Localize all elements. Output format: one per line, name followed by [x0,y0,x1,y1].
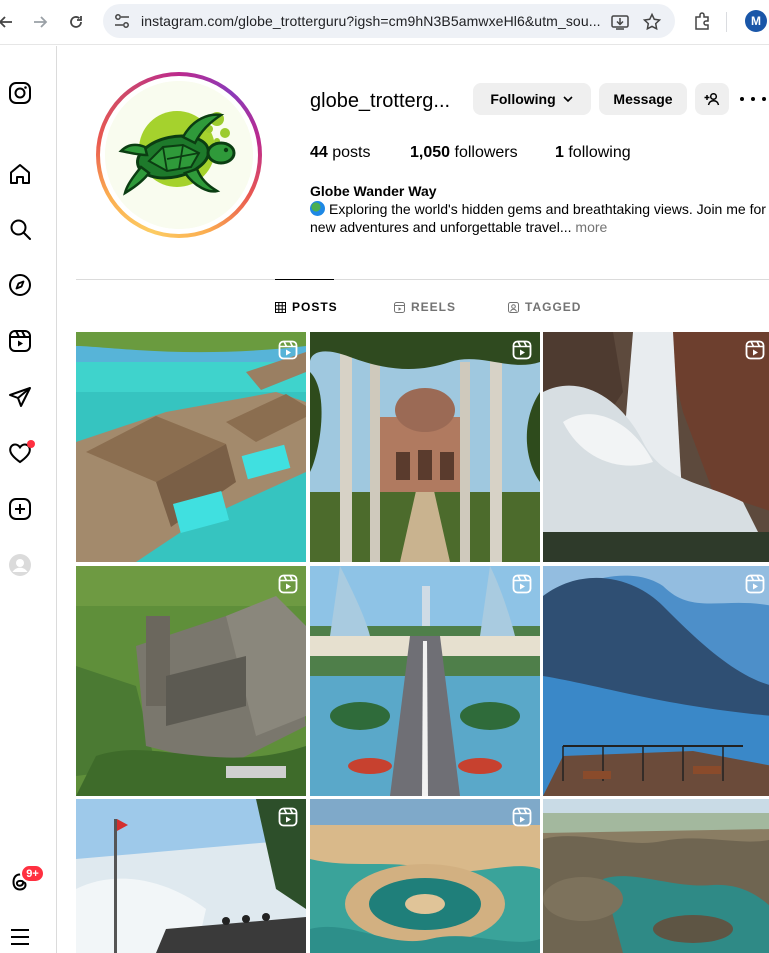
bio-more-link[interactable]: more [575,219,607,235]
search-icon[interactable] [7,216,33,242]
reel-indicator-icon [512,340,532,360]
address-bar[interactable]: instagram.com/globe_trotterguru?igsh=cm9… [103,4,675,38]
following-button[interactable]: Following [473,83,591,115]
reel-indicator-icon [745,574,765,594]
post-lake-viewpoint[interactable] [543,566,769,796]
notification-dot [27,440,35,448]
reel-indicator-icon [745,340,765,360]
install-app-icon[interactable] [610,12,630,32]
posts-stat: 44 posts [310,144,371,161]
url-text[interactable]: instagram.com/globe_trotterguru?igsh=cm9… [141,13,603,29]
profile-username: globe_trotterg... [310,90,451,112]
profile-full-name: Globe Wander Way [310,183,437,199]
tab-tagged[interactable]: TAGGED [508,300,581,314]
tabs-divider [76,279,769,280]
forward-icon[interactable] [30,12,50,32]
chevron-down-icon [562,93,574,105]
post-island-marina[interactable] [310,799,540,953]
back-icon[interactable] [0,12,16,32]
post-palm-avenue-tomb[interactable] [310,332,540,562]
extensions-icon[interactable] [692,11,712,31]
turtle-logo-avatar [105,81,253,229]
reel-indicator-icon [278,574,298,594]
tagged-icon [508,301,519,313]
browser-profile-avatar[interactable]: M [745,10,767,32]
add-user-icon [704,91,720,107]
reels-icon[interactable] [7,328,33,354]
sidebar: 9+ [0,46,57,953]
browser-toolbar: instagram.com/globe_trotterguru?igsh=cm9… [0,0,769,45]
post-waterfall-cliffs[interactable] [543,332,769,562]
reels-tab-icon [394,301,405,313]
grid-icon [275,301,286,313]
message-button[interactable]: Message [599,83,687,115]
reel-indicator-icon [512,574,532,594]
options-more-icon[interactable] [740,90,766,108]
profile-avatar-story-ring[interactable] [96,72,262,238]
instagram-logo-icon[interactable] [7,80,33,106]
post-rocky-coast[interactable] [543,799,769,953]
tab-reels[interactable]: REELS [394,300,456,314]
reel-indicator-icon [278,340,298,360]
suggested-users-button[interactable] [695,83,729,115]
create-plus-icon[interactable] [7,496,33,522]
reload-icon[interactable] [66,12,86,32]
toolbar-divider [726,12,727,32]
bookmark-star-icon[interactable] [642,12,662,32]
following-button-label: Following [490,91,556,107]
profile-bio: Exploring the world's hidden gems and br… [310,201,766,235]
profile-avatar-icon[interactable] [7,552,33,578]
post-bridge-towers[interactable] [310,566,540,796]
post-castle-ruins[interactable] [76,566,306,796]
tab-posts[interactable]: POSTS [275,300,338,314]
followers-stat[interactable]: 1,050 followers [410,144,518,162]
post-rhine-falls[interactable] [76,799,306,953]
menu-hamburger-icon[interactable] [7,924,33,950]
reel-indicator-icon [278,807,298,827]
home-icon[interactable] [7,161,33,187]
reel-indicator-icon [512,807,532,827]
active-tab-indicator [275,279,334,280]
messages-send-icon[interactable] [7,384,33,410]
explore-compass-icon[interactable] [7,272,33,298]
post-overwater-villas[interactable] [76,332,306,562]
site-settings-icon[interactable] [113,12,131,30]
following-stat[interactable]: 1 following [555,144,631,162]
globe-emoji-icon [310,201,325,216]
threads-badge: 9+ [20,864,45,883]
